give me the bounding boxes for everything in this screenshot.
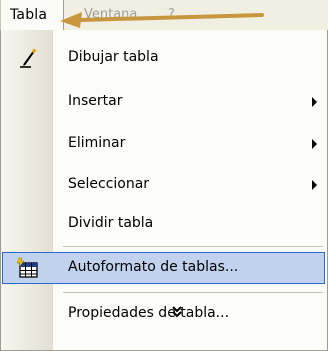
menu-item-autoformato-de-tablas[interactable]: Autoformato de tablas... xyxy=(2,252,325,284)
pencil-icon xyxy=(20,48,37,68)
submenu-arrow-icon xyxy=(312,97,317,107)
submenu-arrow-icon xyxy=(312,180,317,190)
menu-item-seleccionar[interactable]: Seleccionar xyxy=(1,169,327,201)
menu-tabla[interactable]: Tabla xyxy=(0,0,64,30)
menu-item-label: Dividir tabla xyxy=(68,215,154,231)
screenshot-stage: Tabla Ventana ? Dibujar tabla Insertar E… xyxy=(0,0,328,351)
menu-item-insertar[interactable]: Insertar xyxy=(1,86,327,118)
menu-item-label: Insertar xyxy=(68,93,123,109)
menu-separator xyxy=(63,292,323,293)
submenu-arrow-icon xyxy=(312,139,317,149)
menu-item-dividir-tabla[interactable]: Dividir tabla xyxy=(1,208,327,240)
tabla-dropdown-menu: Dibujar tabla Insertar Eliminar Seleccio… xyxy=(0,30,328,351)
table-autoformat-icon xyxy=(17,257,38,278)
menu-item-eliminar[interactable]: Eliminar xyxy=(1,128,327,160)
menu-item-dibujar-tabla[interactable]: Dibujar tabla xyxy=(1,42,327,74)
menu-item-label: Propiedades de tabla... xyxy=(68,305,230,321)
menu-separator xyxy=(63,246,323,247)
menu-bar: Tabla Ventana ? xyxy=(0,0,328,31)
menu-ventana-label[interactable]: Ventana xyxy=(84,7,137,22)
menu-tabla-label: Tabla xyxy=(10,7,48,23)
menu-item-propiedades-de-tabla[interactable]: Propiedades de tabla... xyxy=(1,298,327,330)
menu-item-label: Seleccionar xyxy=(68,176,150,192)
menu-item-label: Autoformato de tablas... xyxy=(68,259,239,275)
menu-item-label: Dibujar tabla xyxy=(68,49,159,65)
menu-item-label: Eliminar xyxy=(68,135,126,151)
double-chevron-down-icon[interactable] xyxy=(170,306,184,318)
menu-help-label[interactable]: ? xyxy=(168,7,175,22)
